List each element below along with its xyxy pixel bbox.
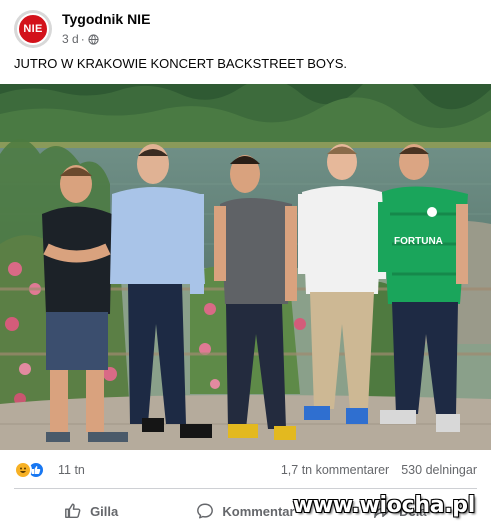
post-text: JUTRO W KRAKOWIE KONCERT BACKSTREET BOYS… (14, 56, 347, 71)
photo-scene: FORTUNA (0, 84, 491, 450)
reaction-count[interactable]: 11 tn (58, 463, 85, 477)
share-count[interactable]: 530 delningar (401, 463, 477, 477)
post-meta: 3 d · (62, 32, 99, 46)
post-photo[interactable]: FORTUNA (0, 84, 491, 450)
reaction-bar: 11 tn 1,7 tn kommentarer 530 delningar (14, 460, 477, 482)
action-divider (14, 488, 477, 489)
watermark: www.wiocha.pl (292, 493, 476, 518)
thumbs-up-icon (65, 503, 81, 519)
comment-count[interactable]: 1,7 tn kommentarer (281, 463, 389, 477)
post-header: NIE Tygodnik NIE 3 d · (14, 8, 477, 50)
post-time[interactable]: 3 d (62, 32, 79, 46)
comment-label: Kommentar (222, 503, 295, 519)
jersey-text: FORTUNA (394, 236, 443, 247)
comment-share-counts: 1,7 tn kommentarer 530 delningar (281, 463, 477, 477)
avatar-logo: NIE (17, 13, 49, 45)
page-name[interactable]: Tygodnik NIE (62, 11, 150, 27)
like-button[interactable]: Gilla (14, 496, 168, 526)
page-avatar[interactable]: NIE (14, 10, 52, 48)
like-label: Gilla (90, 503, 119, 519)
haha-icon (14, 461, 32, 479)
meta-separator: · (80, 32, 85, 46)
reaction-icons[interactable] (14, 461, 45, 479)
comment-icon (197, 503, 214, 519)
avatar-logo-text: NIE (23, 23, 43, 35)
globe-icon (88, 33, 99, 45)
